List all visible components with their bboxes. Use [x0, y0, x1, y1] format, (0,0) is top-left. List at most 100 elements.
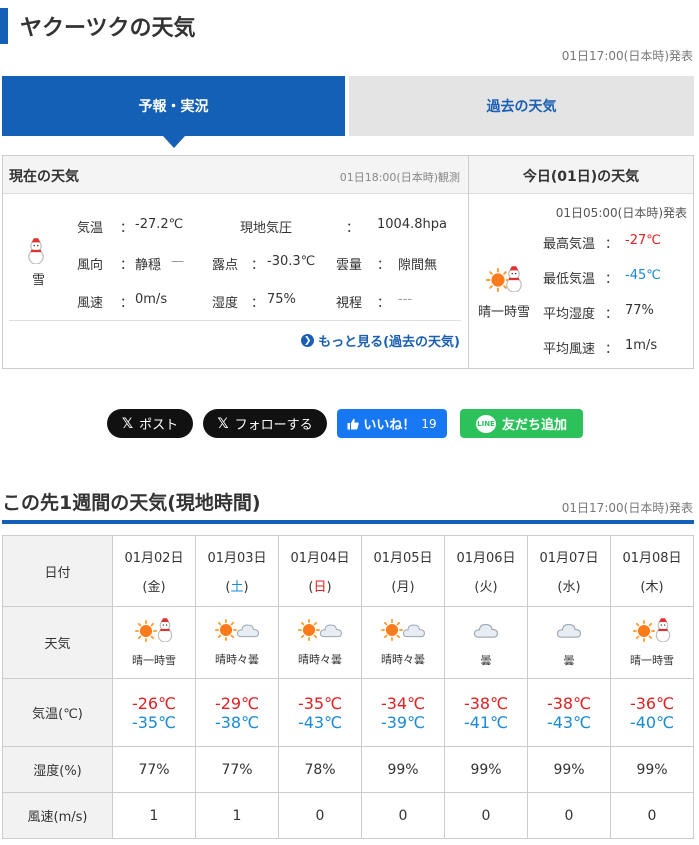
wind-speed-label: 風速 [77, 296, 104, 311]
temp-value: -27.2℃ [135, 217, 184, 232]
weather-label: 晴一時雪 [630, 653, 674, 667]
temp-cell: -29℃ -38℃ [195, 678, 279, 747]
min-temp: -39℃ [380, 712, 426, 732]
weather-label: 曇 [563, 653, 575, 667]
weather-cell: 晴時々曇 [361, 606, 445, 679]
wind-dir-value: 静穏 [135, 258, 162, 273]
wind-speed-sep: ： [120, 296, 134, 311]
day-cell: 01月02日 (金) [112, 535, 196, 607]
page-title: ヤクーツクの天気 [20, 16, 196, 41]
max-temp: -34℃ [380, 693, 426, 713]
line-add-label: 友だち追加 [501, 418, 567, 433]
snowman-icon [28, 238, 44, 264]
page-header: ヤクーツクの天気 [0, 8, 196, 44]
pressure-sep: ： [346, 221, 360, 236]
min-temp: -40℃ [629, 712, 675, 732]
today-weather-panel: 今日(01日)の天気 01日05:00(日本時)発表 晴一時雪 最高気温 ： -… [469, 155, 694, 369]
tab-past-weather[interactable]: 過去の天気 [349, 76, 694, 136]
day-date: 01月08日 [622, 551, 682, 566]
day-weekday: (木) [640, 580, 664, 595]
avg-humidity-value: 77% [625, 303, 654, 318]
sun-icon [298, 618, 320, 641]
humidity-cell: 99% [610, 746, 694, 793]
current-weather-panel: 現在の天気 01日18:00(日本時)観測 雪 気温 ： -27.2℃ 現地気圧… [2, 155, 469, 369]
wind-dir-label: 風向 [77, 258, 104, 273]
like-label: いいね！ [363, 418, 416, 433]
day-date: 01月03日 [207, 551, 267, 566]
wind-cell: 1 [112, 792, 196, 839]
weather-label: 晴時々曇 [381, 652, 425, 666]
avg-humidity-sep: ： [605, 307, 619, 322]
row-label-wind: 風速(m/s) [2, 792, 113, 839]
issued-time: 01日17:00(日本時)発表 [561, 49, 693, 63]
visibility-label: 視程 [336, 296, 363, 311]
table-row-weather: 天気 晴一時雪 晴時々曇 晴時々曇 晴時々曇 曇 曇 晴一時雪 [2, 606, 694, 679]
table-row-temp: 気温(℃) -26℃ -35℃ -29℃ -38℃ -35℃ -43℃ -34℃ -39… [2, 678, 694, 747]
humidity-cell: 77% [195, 746, 279, 793]
today-weather-label: 晴一時雪 [478, 305, 531, 320]
max-temp-value: -27℃ [625, 233, 661, 248]
title-accent-bar [0, 8, 8, 44]
more-past-weather-link[interactable]: ❯ もっと見る(過去の天気) [301, 331, 460, 350]
line-add-friend-button[interactable]: LINE 友だち追加 [460, 409, 583, 438]
humidity-cell: 99% [361, 746, 445, 793]
today-issued-time: 01日05:00(日本時)発表 [555, 206, 687, 220]
day-weekday-sun: 日 [313, 580, 327, 595]
day-date: 01月07日 [539, 551, 599, 566]
max-temp-sep: ： [605, 237, 619, 252]
avg-wind-value: 1m/s [625, 338, 658, 353]
today-weather-header: 今日(01日)の天気 [469, 156, 693, 194]
cloud-icon [473, 623, 498, 638]
wind-cell: 0 [361, 792, 445, 839]
temp-cell: -26℃ -35℃ [112, 678, 196, 747]
sun-icon [135, 619, 157, 642]
humidity-label: 湿度 [212, 296, 239, 311]
thumbs-up-icon [347, 418, 360, 429]
temp-cell: -34℃ -39℃ [361, 678, 445, 747]
pressure-label: 現地気圧 [240, 221, 293, 236]
wind-cell: 0 [444, 792, 528, 839]
cloud-icon [319, 624, 342, 637]
table-row-date: 日付 01月02日 (金) 01月03日 (土) 01月04日 (日) 01月05日 (… [2, 535, 694, 607]
day-cell: 01月08日 (木) [610, 535, 694, 607]
day-weekday: (火) [474, 580, 498, 595]
day-date: 01月05日 [373, 551, 433, 566]
snowman-icon [506, 266, 522, 292]
dewpoint-value: -30.3℃ [267, 254, 316, 269]
weather-cell: 曇 [527, 606, 611, 679]
snowman-icon [655, 617, 671, 643]
avg-wind-sep: ： [605, 342, 619, 357]
day-cell: 01月04日 (日) [278, 535, 362, 607]
day-weekday-sat: 土 [230, 580, 244, 595]
table-row-humidity: 湿度(%) 77% 77% 78% 99% 99% 99% 99% [2, 746, 694, 793]
sun-icon [215, 618, 237, 641]
wind-cell: 0 [610, 792, 694, 839]
weather-cell: 曇 [444, 606, 528, 679]
day-weekday: (金) [142, 580, 166, 595]
weather-cell: 晴時々曇 [195, 606, 279, 679]
day-date: 01月04日 [290, 551, 350, 566]
weather-label: 曇 [480, 653, 492, 667]
weekly-issued-time: 01日17:00(日本時)発表 [561, 501, 693, 515]
cloud-cover-label: 雲量 [336, 258, 363, 273]
max-temp: -38℃ [546, 693, 592, 713]
pressure-value: 1004.8hpa [377, 217, 447, 232]
x-logo-icon: 𝕏 [217, 415, 229, 432]
x-follow-button[interactable]: 𝕏 フォローする [203, 409, 327, 438]
facebook-like-button[interactable]: いいね！ 19 [337, 409, 447, 438]
min-temp: -35℃ [131, 712, 177, 732]
day-cell: 01月07日 (水) [527, 535, 611, 607]
max-temp: -29℃ [214, 693, 260, 713]
x-follow-label: フォローする [234, 418, 313, 433]
wind-cell: 0 [527, 792, 611, 839]
x-post-button[interactable]: 𝕏 ポスト [107, 409, 193, 438]
max-temp: -38℃ [463, 693, 509, 713]
wind-cell: 1 [195, 792, 279, 839]
max-temp-label: 最高気温 [543, 237, 596, 252]
max-temp: -36℃ [629, 693, 675, 713]
tab-bar: 予報・実況 過去の天気 [2, 76, 694, 148]
current-weather-header: 現在の天気 01日18:00(日本時)観測 [3, 156, 468, 194]
tab-forecast[interactable]: 予報・実況 [2, 76, 345, 148]
weekly-title-rule [2, 520, 694, 524]
divider [9, 320, 461, 321]
